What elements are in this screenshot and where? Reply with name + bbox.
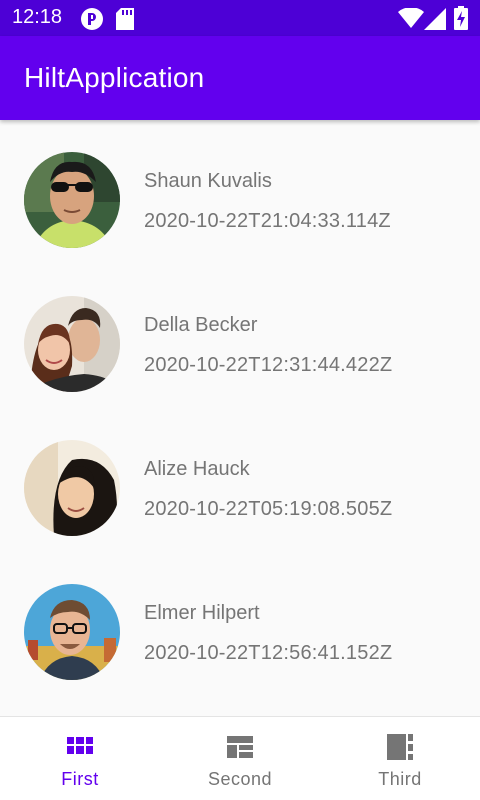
list-item[interactable]: Elmer Hilpert 2020-10-22T12:56:41.152Z [0,552,480,696]
nav-label: Third [378,769,422,789]
status-time: 12:18 [12,6,63,28]
nav-tab-third[interactable]: Third [320,717,480,800]
nav-tab-first[interactable]: First [0,717,160,800]
item-date: 2020-10-22T05:19:08.505Z [144,498,393,520]
notification-icon [80,7,104,36]
avatar [24,152,120,248]
nav-label: Second [207,769,273,789]
sd-card-icon [116,8,134,35]
item-name: Shaun Kuvalis [144,170,272,192]
status-bar: 12:18 [0,0,480,36]
app-bar: HiltApplication [0,36,480,120]
nav-label: First [61,769,99,789]
item-date: 2020-10-22T12:31:44.422Z [144,354,393,376]
list-item[interactable]: Della Becker 2020-10-22T12:31:44.422Z [0,264,480,408]
item-date: 2020-10-22T21:04:33.114Z [144,210,391,232]
view-quilt-icon [387,734,413,760]
list-item[interactable]: Alize Hauck 2020-10-22T05:19:08.505Z [0,408,480,552]
item-name: Elmer Hilpert [144,602,260,624]
battery-charging-icon [454,6,468,35]
avatar [24,584,120,680]
avatar [24,440,120,536]
app-title: HiltApplication [24,62,205,93]
item-name: Della Becker [144,314,258,336]
avatar [24,296,120,392]
list-item[interactable]: Shaun Kuvalis 2020-10-22T21:04:33.114Z [0,120,480,264]
grid-icon [67,734,93,760]
wifi-icon [398,7,424,33]
nav-tab-second[interactable]: Second [160,717,320,800]
item-date: 2020-10-22T12:56:41.152Z [144,642,393,664]
cell-signal-icon [424,8,446,35]
dashboard-icon [227,734,253,760]
user-list[interactable]: Shaun Kuvalis 2020-10-22T21:04:33.114Z D… [0,120,480,716]
item-name: Alize Hauck [144,458,250,480]
bottom-navigation: First Second Third [0,716,480,800]
